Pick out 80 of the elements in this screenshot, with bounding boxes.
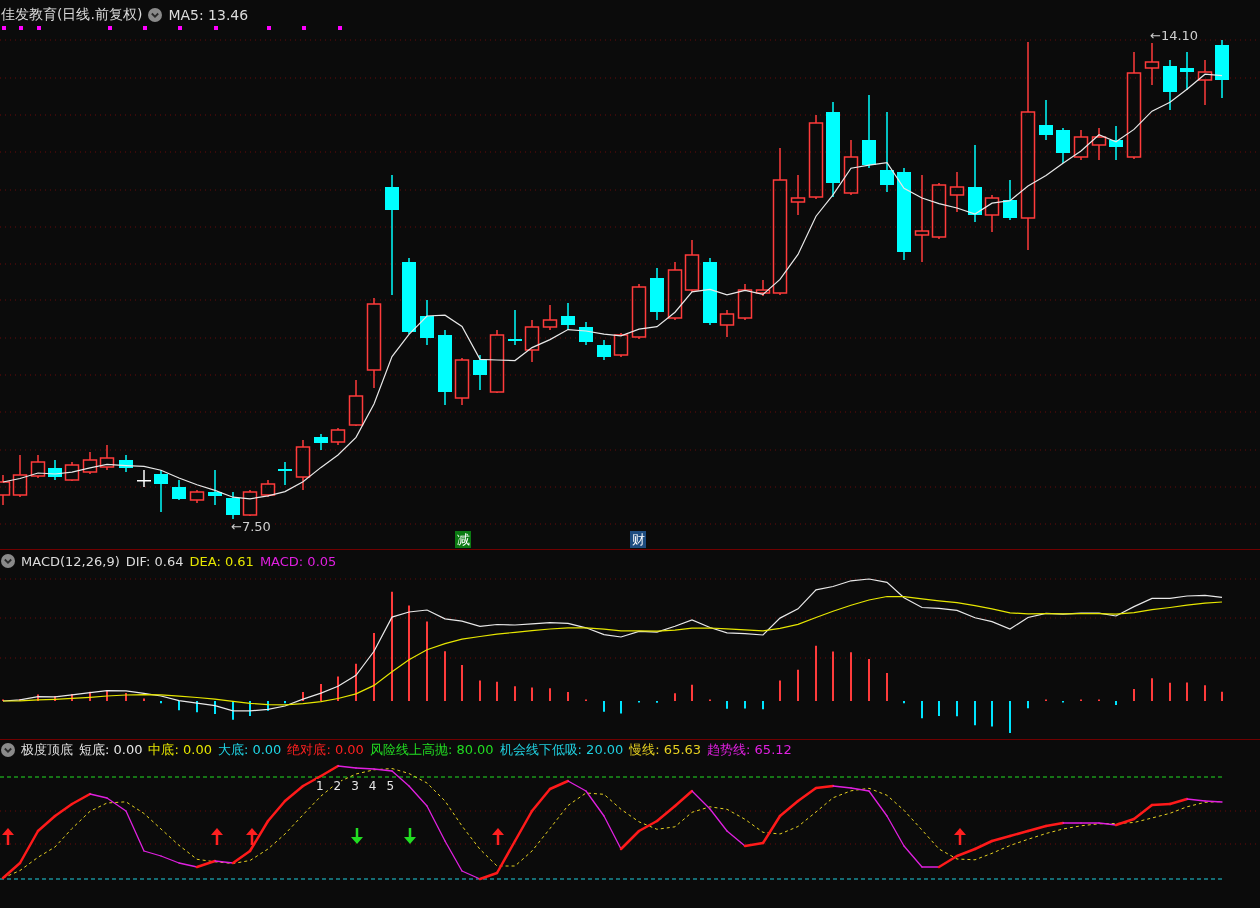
up-arrow-icon (2, 828, 14, 845)
candle (719, 309, 735, 338)
candle (508, 309, 522, 346)
candle (30, 454, 46, 479)
candle (984, 194, 1000, 233)
candle (542, 304, 558, 331)
candle (667, 261, 683, 321)
candle (1109, 125, 1123, 161)
candle (1056, 127, 1070, 164)
candle (260, 479, 276, 498)
indicator-reading: 风险线上高抛: 80.00 (369, 741, 494, 759)
candle (843, 139, 859, 196)
candle (1215, 39, 1229, 99)
candle (137, 469, 151, 488)
candle (278, 461, 292, 486)
candle (454, 357, 470, 406)
indicator-reading: MACD: 0.05 (259, 553, 337, 569)
candle (524, 319, 540, 363)
candle (949, 171, 965, 213)
candle (561, 302, 575, 331)
candle (48, 459, 62, 481)
chart-title: MACD(12,26,9) (21, 553, 120, 569)
candle (473, 354, 487, 391)
candle (172, 479, 186, 501)
candle (1003, 179, 1017, 221)
candle (330, 427, 346, 446)
candle (1091, 127, 1107, 161)
candle (208, 469, 222, 506)
candle (579, 321, 593, 346)
indicator-reading: 机会线下低吸: 20.00 (499, 741, 624, 759)
event-badge[interactable]: 财 (630, 531, 646, 548)
candle (790, 174, 806, 216)
candle (597, 339, 611, 361)
candle (348, 379, 364, 427)
candle (650, 267, 664, 321)
peak-label: 1 (316, 779, 324, 794)
candle (189, 489, 205, 504)
candle (99, 444, 115, 471)
down-arrow-icon (404, 828, 416, 844)
up-arrow-icon (492, 828, 504, 845)
price-label: ←7.50 (231, 519, 271, 534)
indicator-reading: 大底: 0.00 (217, 741, 282, 759)
candle (119, 454, 133, 473)
candle (314, 433, 328, 451)
collapse-icon[interactable] (1, 743, 15, 757)
candle (684, 239, 700, 293)
ma-reading: MA5: 13.46 (168, 7, 249, 23)
candle (82, 451, 98, 475)
candle (242, 489, 258, 517)
collapse-icon[interactable] (148, 8, 163, 22)
collapse-icon[interactable] (1, 554, 15, 568)
chart-title: 佳发教育(日线.前复权) (1, 6, 143, 24)
down-arrow-icon (351, 828, 363, 844)
candle (420, 299, 434, 346)
candle (64, 461, 80, 482)
indicator-reading: 绝对底: 0.00 (287, 741, 364, 759)
candle (613, 332, 629, 358)
candle (1197, 59, 1213, 106)
indicator-reading: DIF: 0.64 (125, 553, 184, 569)
price-label: ←14.10 (1150, 28, 1199, 43)
candle (1163, 59, 1177, 111)
indicator-reading: 慢线: 65.63 (629, 741, 702, 759)
candle (489, 329, 505, 394)
indicator-reading: 短底: 0.00 (79, 741, 143, 759)
indicator-reading: 中底: 0.00 (148, 741, 212, 759)
candle (154, 469, 168, 513)
candle (737, 283, 753, 321)
chart-title: 极度顶底 (21, 741, 73, 759)
candle (1039, 99, 1053, 141)
event-badge[interactable]: 减 (455, 531, 471, 548)
candle (1073, 129, 1089, 161)
candle (703, 257, 717, 326)
up-arrow-icon (211, 828, 223, 845)
indicator-reading: DEA: 0.61 (189, 553, 254, 569)
up-arrow-icon (954, 828, 966, 845)
candle (631, 283, 647, 340)
indicator-reading: 趋势线: 65.12 (707, 741, 792, 759)
up-arrow-icon (246, 828, 258, 845)
candle (1180, 51, 1194, 91)
candle (295, 439, 311, 491)
